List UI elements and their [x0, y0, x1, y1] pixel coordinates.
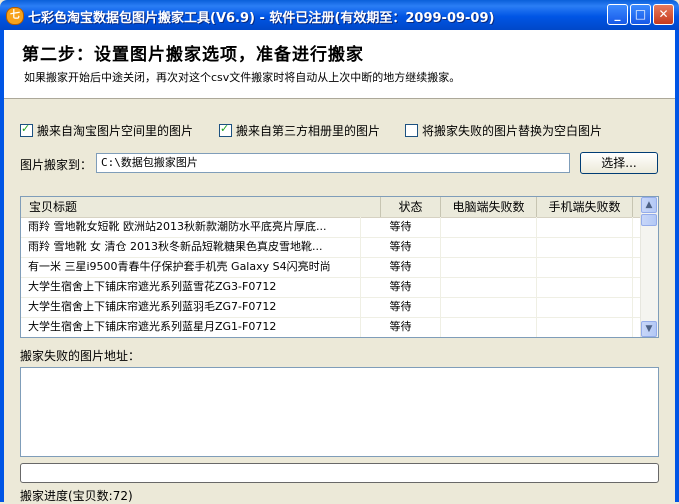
cell-title: 雨羚 雪地靴女短靴 欧洲站2013秋新款潮防水平底亮片厚底... — [21, 217, 361, 237]
cell-pc-fail — [441, 317, 537, 337]
cell-mobile-fail — [537, 257, 633, 277]
cell-mobile-fail — [537, 237, 633, 257]
cell-status: 等待 — [361, 257, 441, 277]
scroll-thumb[interactable] — [641, 214, 657, 226]
window-title: 七彩色淘宝数据包图片搬家工具(V6.9) - 软件已注册(有效期至：2099-0… — [28, 11, 495, 26]
option-third-party-album[interactable]: 搬来自第三方相册里的图片 — [219, 122, 380, 139]
scroll-down-icon[interactable]: ▼ — [641, 321, 657, 337]
cell-status: 等待 — [361, 237, 441, 257]
table-row[interactable]: 大学生宿舍上下铺床帘遮光系列蓝星月ZG1-F0712 等待 — [21, 317, 641, 337]
close-icon[interactable]: ✕ — [653, 4, 674, 25]
table-row[interactable]: 雨羚 雪地靴女短靴 欧洲站2013秋新款潮防水平底亮片厚底... 等待 — [21, 217, 641, 238]
app-icon: 七 — [6, 7, 24, 25]
cell-title: 大学生宿舍上下铺床帘遮光系列蓝羽毛ZG7-F0712 — [21, 297, 361, 317]
table-row[interactable]: 大学生宿舍上下铺床帘遮光系列蓝羽毛ZG7-F0712 等待 — [21, 297, 641, 318]
cell-pc-fail — [441, 237, 537, 257]
cell-status: 等待 — [361, 277, 441, 297]
fail-list-label: 搬家失败的图片地址： — [20, 349, 141, 363]
cell-title: 大学生宿舍上下铺床帘遮光系列蓝雪花ZG3-F0712 — [21, 277, 361, 297]
table-row[interactable]: 雨羚 雪地靴 女 清仓 2013秋冬新品短靴糖果色真皮雪地靴... 等待 — [21, 237, 641, 258]
checkbox-third-party-album[interactable] — [219, 122, 232, 137]
option-taobao-space-label: 搬来自淘宝图片空间里的图片 — [37, 124, 194, 138]
step-title: 第二步：设置图片搬家选项，准备进行搬家 — [22, 45, 364, 65]
cell-status: 等待 — [361, 297, 441, 317]
cell-pc-fail — [441, 257, 537, 277]
cell-mobile-fail — [537, 317, 633, 337]
cell-mobile-fail — [537, 297, 633, 317]
browse-button[interactable]: 选择... — [580, 152, 658, 174]
option-taobao-space[interactable]: 搬来自淘宝图片空间里的图片 — [20, 122, 193, 139]
progress-bar — [20, 463, 659, 483]
table-scrollbar[interactable]: ▲ ▼ — [640, 197, 658, 337]
col-title-header[interactable]: 宝贝标题 — [21, 197, 381, 217]
checkbox-taobao-space[interactable] — [20, 122, 33, 137]
option-replace-blank[interactable]: 将搬家失败的图片替换为空白图片 — [405, 122, 602, 139]
window-border-right — [675, 30, 679, 502]
step-subtitle: 如果搬家开始后中途关闭，再次对这个csv文件搬家时将自动从上次中断的地方继续搬家… — [24, 71, 461, 84]
col-mobile-fail-header[interactable]: 手机端失败数 — [537, 197, 633, 217]
minimize-icon[interactable]: _ — [607, 4, 628, 25]
col-pc-fail-header[interactable]: 电脑端失败数 — [441, 197, 537, 217]
cell-pc-fail — [441, 277, 537, 297]
dest-path-input[interactable]: C:\数据包搬家图片 — [96, 153, 570, 173]
option-replace-blank-label: 将搬家失败的图片替换为空白图片 — [422, 124, 603, 138]
progress-label: 搬家进度(宝贝数:72) — [20, 489, 133, 503]
scroll-up-icon[interactable]: ▲ — [641, 197, 657, 213]
cell-pc-fail — [441, 297, 537, 317]
option-third-party-album-label: 搬来自第三方相册里的图片 — [236, 124, 381, 138]
col-status-header[interactable]: 状态 — [381, 197, 441, 217]
table-row[interactable]: 大学生宿舍上下铺床帘遮光系列蓝雪花ZG3-F0712 等待 — [21, 277, 641, 298]
cell-pc-fail — [441, 217, 537, 237]
table-row[interactable]: 有一米 三星i9500青春牛仔保护套手机壳 Galaxy S4闪亮时尚 等待 — [21, 257, 641, 278]
cell-status: 等待 — [361, 217, 441, 237]
checkbox-replace-blank[interactable] — [405, 124, 418, 137]
fail-list-textarea[interactable] — [20, 367, 659, 457]
window-border-left — [0, 30, 4, 502]
dest-label: 图片搬家到： — [20, 158, 93, 172]
cell-mobile-fail — [537, 277, 633, 297]
step-header: 第二步：设置图片搬家选项，准备进行搬家 如果搬家开始后中途关闭，再次对这个csv… — [4, 30, 675, 99]
item-table[interactable]: 宝贝标题 状态 电脑端失败数 手机端失败数 雨羚 雪地靴女短靴 欧洲站2013秋… — [20, 196, 659, 338]
cell-mobile-fail — [537, 217, 633, 237]
cell-title: 雨羚 雪地靴 女 清仓 2013秋冬新品短靴糖果色真皮雪地靴... — [21, 237, 361, 257]
table-header: 宝贝标题 状态 电脑端失败数 手机端失败数 — [21, 197, 641, 218]
cell-title: 有一米 三星i9500青春牛仔保护套手机壳 Galaxy S4闪亮时尚 — [21, 257, 361, 277]
maximize-icon[interactable]: □ — [630, 4, 651, 25]
cell-status: 等待 — [361, 317, 441, 337]
title-bar[interactable]: 七 七彩色淘宝数据包图片搬家工具(V6.9) - 软件已注册(有效期至：2099… — [0, 0, 679, 30]
cell-title: 大学生宿舍上下铺床帘遮光系列蓝星月ZG1-F0712 — [21, 317, 361, 337]
